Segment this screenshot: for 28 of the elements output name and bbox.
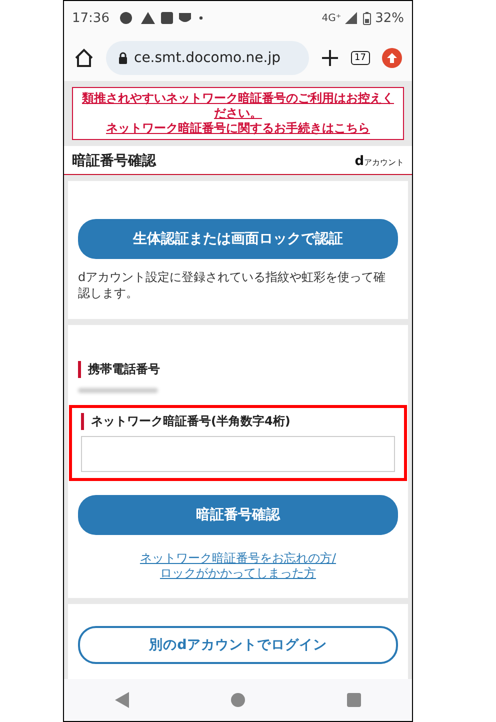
warning-icon: [141, 12, 156, 24]
battery-icon: [363, 12, 372, 24]
field-label: 携帯電話番号: [78, 361, 160, 378]
signal-icon: [345, 12, 360, 24]
network-type: 4G⁺: [322, 12, 342, 24]
dot-icon: [200, 16, 204, 20]
notice-link[interactable]: ネットワーク暗証番号に関するお手続きはこちら: [106, 121, 370, 136]
battery-level: 32%: [375, 10, 404, 26]
other-login-button[interactable]: 別のdアカウントでログイン: [78, 626, 398, 664]
plus-icon[interactable]: [320, 49, 339, 67]
lock-icon: [118, 52, 128, 64]
description-text: dアカウント設定に登録されている指紋や虹彩を使って確認します。: [78, 269, 386, 302]
logo-mark: d: [354, 154, 364, 168]
back-icon[interactable]: [115, 692, 129, 708]
input-field[interactable]: [81, 436, 395, 472]
notice-link[interactable]: 類推されやすいネットワーク暗証番号のご利用はお控えください。: [81, 91, 395, 121]
logo-text: アカウント: [364, 156, 404, 168]
url-text: ce.smt.docomo.ne.jp: [134, 50, 280, 66]
upload-icon[interactable]: [382, 48, 402, 68]
page-title: 暗証番号確認: [72, 152, 156, 170]
biometric-button[interactable]: 生体認証または画面ロックで認証: [78, 219, 398, 259]
confirm-button[interactable]: 暗証番号確認: [78, 495, 398, 536]
forgot-link[interactable]: ネットワーク暗証番号をお忘れの方/ ロックがかかってしまった方: [140, 551, 336, 580]
tab-count-button[interactable]: 17: [350, 51, 370, 65]
field-label: ネットワーク暗証番号(半角数字4桁): [81, 413, 290, 430]
home-icon[interactable]: [74, 48, 94, 68]
address-bar[interactable]: ce.smt.docomo.ne.jp: [106, 41, 309, 75]
clock: 17:36: [72, 10, 110, 26]
